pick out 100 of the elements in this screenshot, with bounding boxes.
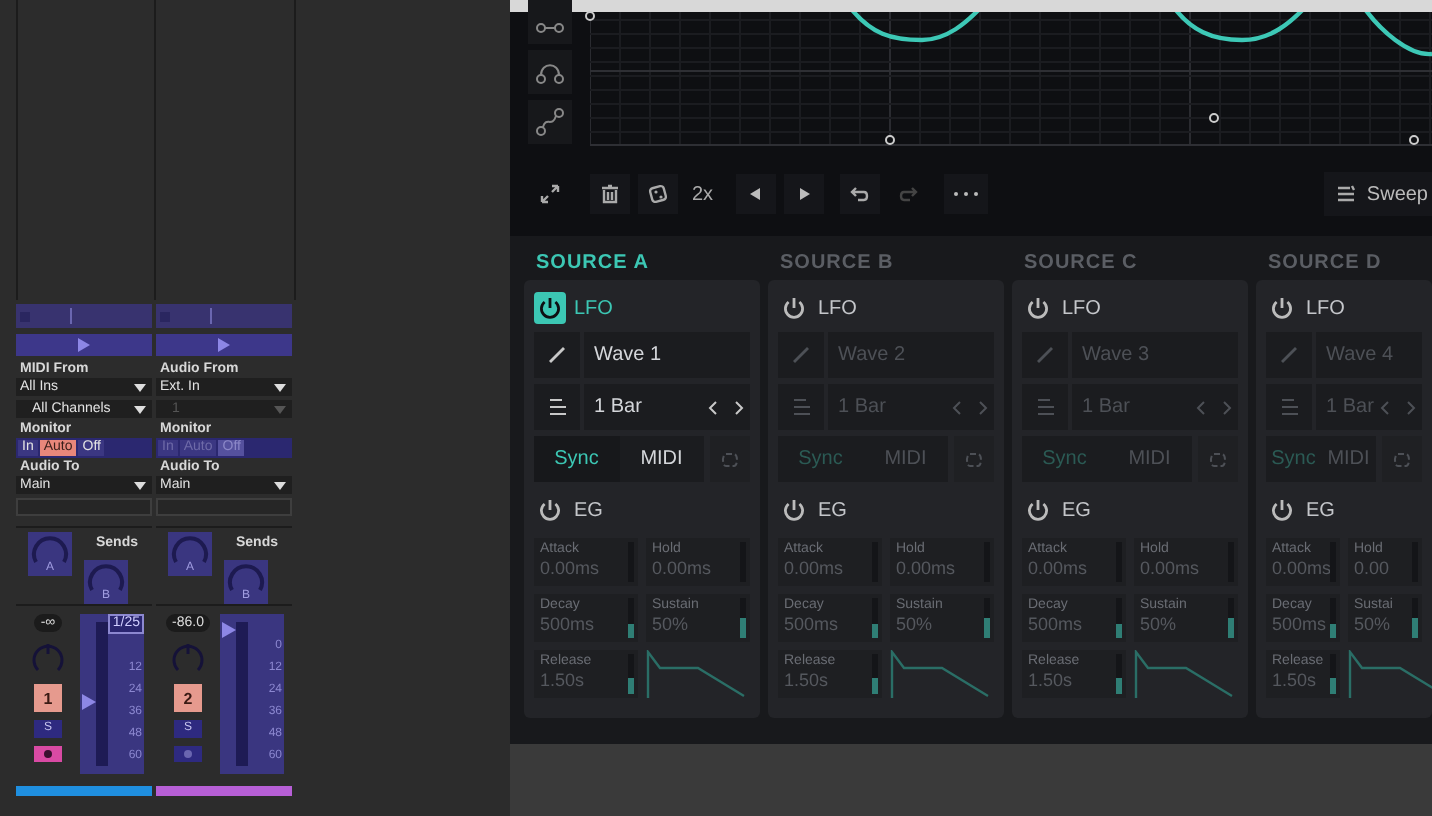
clip-slot[interactable]: [156, 304, 292, 328]
send-knob[interactable]: [84, 560, 128, 604]
undo-icon: [849, 184, 870, 204]
tool-button[interactable]: [528, 50, 572, 94]
play-icon: [78, 338, 90, 352]
param-value: 0.00ms: [540, 558, 602, 580]
param-value: 500ms: [540, 614, 597, 636]
more-button[interactable]: [943, 174, 988, 214]
arm-button[interactable]: [34, 746, 62, 762]
section-label: EG: [1062, 497, 1091, 525]
loop-icon: [1392, 449, 1412, 469]
sync-option[interactable]: Sync: [534, 436, 619, 482]
loop-icon: [1208, 449, 1228, 469]
line-tool-icon: [536, 22, 564, 34]
rate-menu-button[interactable]: [534, 384, 580, 430]
power-button[interactable]: [534, 292, 566, 324]
param-value: 0.00ms: [1140, 558, 1202, 580]
wave-field[interactable]: Wave 1: [584, 332, 750, 378]
envelope-graph: [1134, 650, 1234, 698]
param-value: 50%: [896, 614, 935, 636]
s-curve-tool-icon: [536, 108, 564, 136]
chevrons-icon: [952, 399, 988, 415]
tool-button[interactable]: [528, 100, 572, 144]
chevrons-icon: [1380, 399, 1416, 415]
power-button[interactable]: [1266, 292, 1298, 324]
param-value: 50%: [1140, 614, 1179, 636]
track-button[interactable]: 1: [34, 684, 62, 712]
sync-option[interactable]: Sync: [1022, 436, 1107, 482]
power-button[interactable]: [534, 494, 566, 526]
send-knob[interactable]: [224, 560, 268, 604]
caret-icon: [272, 479, 288, 491]
power-button[interactable]: [778, 292, 810, 324]
power-icon: [538, 498, 562, 522]
pencil-icon: [792, 346, 810, 364]
play-icon: [218, 338, 230, 352]
rate-field[interactable]: 1 Bar: [584, 384, 750, 430]
curve-tool-icon: [536, 61, 564, 83]
preset-button[interactable]: Sweep: [1324, 172, 1432, 216]
dot-icon: [44, 750, 52, 758]
param-value: 0.00ms: [784, 558, 846, 580]
power-button[interactable]: [1266, 494, 1298, 526]
source-title: SOURCE B: [780, 252, 896, 276]
sync-option[interactable]: MIDI: [619, 436, 704, 482]
envelope-graph: [646, 650, 746, 698]
section-label: LFO: [818, 295, 857, 323]
loop-button[interactable]: [1198, 436, 1238, 482]
left-triangle-icon: [745, 184, 766, 204]
param-value: 1.50s: [540, 670, 587, 692]
loop-icon: [720, 449, 740, 469]
section-label: LFO: [1306, 295, 1345, 323]
param-value: 500ms: [1028, 614, 1085, 636]
power-icon: [538, 296, 562, 320]
power-icon: [1270, 296, 1294, 320]
play-button[interactable]: [156, 334, 292, 356]
power-icon: [1026, 498, 1050, 522]
section-label: EG: [1306, 497, 1335, 525]
empty-field[interactable]: [156, 498, 292, 516]
power-icon: [1026, 296, 1050, 320]
track-button[interactable]: 2: [174, 684, 202, 712]
list-icon: [547, 398, 567, 416]
clip-slot[interactable]: [16, 304, 152, 328]
param-value: 500ms: [1272, 614, 1329, 636]
chevrons-icon: [1196, 399, 1232, 415]
next-button[interactable]: [783, 174, 824, 214]
curve-point[interactable]: [884, 134, 896, 146]
power-button[interactable]: [778, 494, 810, 526]
param-value: 50%: [652, 614, 691, 636]
tool-button[interactable]: [528, 0, 572, 44]
param-value: 1.50s: [1272, 670, 1319, 692]
curve-point[interactable]: [1408, 134, 1420, 146]
undo-button[interactable]: [839, 174, 880, 214]
source-title: SOURCE C: [1024, 252, 1140, 276]
power-button[interactable]: [1022, 494, 1054, 526]
source-title: SOURCE D: [1268, 252, 1384, 276]
pencil-icon: [1036, 346, 1054, 364]
play-button[interactable]: [16, 334, 152, 356]
power-button[interactable]: [1022, 292, 1054, 324]
curve-point[interactable]: [1208, 112, 1220, 124]
empty-field[interactable]: [16, 498, 152, 516]
pan-knob: [170, 640, 206, 676]
loop-button[interactable]: [710, 436, 750, 482]
loop-button[interactable]: [954, 436, 994, 482]
list-icon: [1279, 398, 1299, 416]
multiplier-button[interactable]: 2x: [686, 174, 720, 214]
caret-icon: [132, 479, 148, 491]
list-icon: [1035, 398, 1055, 416]
pan-knob: [30, 640, 66, 676]
randomize-button[interactable]: [638, 174, 678, 214]
arm-button[interactable]: [174, 746, 202, 762]
previous-button[interactable]: [735, 174, 776, 214]
redo-icon: [897, 184, 918, 204]
envelope-graph: [890, 650, 990, 698]
delete-button[interactable]: [590, 174, 630, 214]
sync-option[interactable]: Sync: [1266, 436, 1321, 482]
draw-button[interactable]: [534, 332, 580, 378]
curve-point[interactable]: [584, 10, 596, 22]
sync-option[interactable]: Sync: [778, 436, 863, 482]
envelope-graph: [1348, 650, 1432, 698]
loop-button[interactable]: [1382, 436, 1422, 482]
power-icon: [782, 296, 806, 320]
